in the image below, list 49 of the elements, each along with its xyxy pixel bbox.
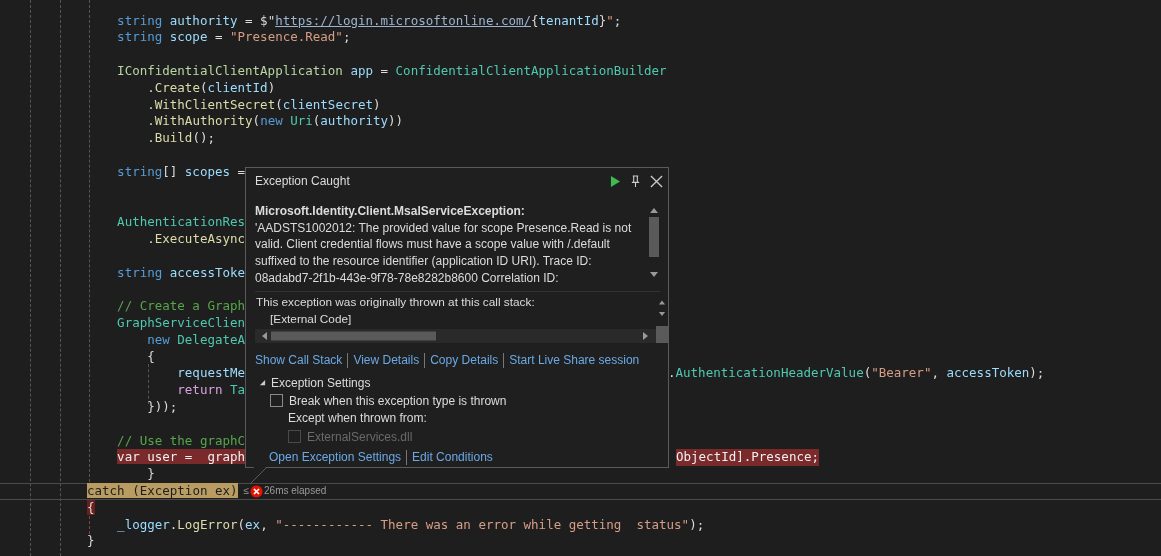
horizontal-scrollbar[interactable] bbox=[255, 329, 656, 343]
settings-link[interactable]: Open Exception Settings bbox=[269, 450, 402, 464]
error-highlighted-code: var user = graph bbox=[117, 449, 246, 465]
code-line: // Create a Graph bbox=[117, 298, 246, 314]
code-line: .Create(clientId) bbox=[147, 79, 276, 95]
code-line: .ExecuteAsync bbox=[147, 230, 246, 246]
call-stack-frame[interactable]: [External Code] bbox=[256, 310, 656, 327]
code-line: // Use the graphC bbox=[117, 432, 246, 448]
code-line: } bbox=[147, 466, 155, 482]
settings-link[interactable]: Edit Conditions bbox=[412, 450, 493, 464]
checkbox[interactable] bbox=[270, 394, 283, 407]
exception-message: 'AADSTS1002012: The provided value for scope Presence.Read is not valid. Client credential flows must have a scope value with /.default suffixed to the resource identifier (application ID URI). Trace ID: 08adabd7-2f1b-443e-9f78-78e8282b8600 Correlation ID: bbox=[255, 219, 633, 287]
pin-icon[interactable] bbox=[630, 174, 641, 188]
close-icon[interactable] bbox=[650, 174, 663, 188]
code-line: .WithClientSecret(clientSecret) bbox=[147, 96, 381, 112]
code-line: return Ta bbox=[177, 382, 246, 398]
expand-triangle-icon[interactable] bbox=[259, 379, 266, 386]
code-line: GraphServiceClien bbox=[117, 314, 246, 330]
code-line: } bbox=[87, 533, 95, 549]
code-line: AuthenticationRes bbox=[117, 214, 246, 230]
checkbox-label: ExternalServices.dll bbox=[307, 429, 413, 444]
code-line: string authority = $"https://login.microsoftonline.com/{tenantId}"; bbox=[117, 12, 622, 28]
code-line: .WithAuthority(new Uri(authority)) bbox=[147, 113, 404, 129]
action-link[interactable]: Show Call Stack bbox=[255, 353, 343, 367]
code-line: IConfidentialClientApplication app = ConfidentialClientApplicationBuilder bbox=[117, 63, 667, 78]
continue-icon[interactable] bbox=[610, 174, 621, 188]
code-line: .AuthenticationHeaderValue("Bearer", accessToken); bbox=[668, 365, 1045, 383]
call-stack-heading: This exception was originally thrown at this call stack: bbox=[256, 294, 536, 311]
code-line: })); bbox=[147, 398, 178, 414]
except-label: Except when thrown from: bbox=[288, 410, 428, 427]
code-line: string scope = "Presence.Read"; bbox=[117, 29, 351, 45]
code-line: string[] scopes = bbox=[117, 163, 246, 179]
action-link[interactable]: View Details bbox=[353, 353, 420, 367]
current-statement: catch (Exception ex) bbox=[87, 482, 238, 498]
less-equal-sign: ≤ bbox=[243, 483, 250, 498]
code-line: _logger.LogError(ex, "------------ There was an error while getting status"); bbox=[117, 516, 705, 532]
action-link[interactable]: Start Live Share session bbox=[509, 353, 640, 367]
code-line: string accessToke bbox=[117, 264, 246, 280]
checkbox-label: Break when this exception type is thrown bbox=[289, 393, 507, 408]
exception-type: Microsoft.Identity.Client.MsalServiceException: bbox=[255, 203, 526, 220]
elapsed-time: 26ms elapsed bbox=[264, 483, 327, 498]
code-line: .Build(); bbox=[147, 130, 215, 146]
code-line: requestMe bbox=[177, 365, 246, 381]
code-line: new DelegateA bbox=[147, 331, 246, 347]
action-link[interactable]: Copy Details bbox=[430, 353, 499, 367]
popup-title: Exception Caught bbox=[255, 174, 350, 188]
code-line: { bbox=[147, 348, 155, 364]
error-highlighted-code: ObjectId].Presence; bbox=[676, 449, 819, 467]
settings-heading: Exception Settings bbox=[271, 375, 371, 390]
